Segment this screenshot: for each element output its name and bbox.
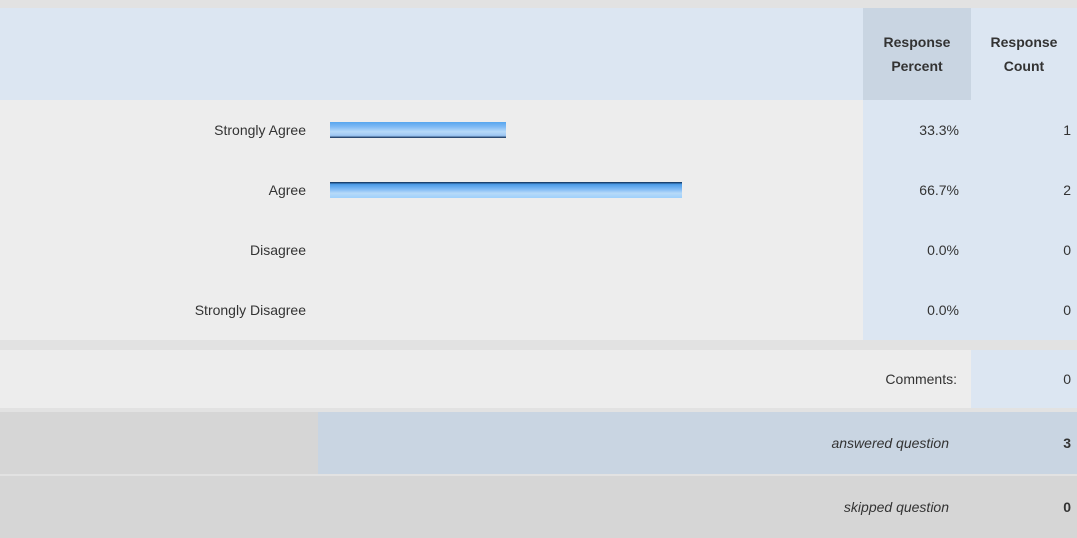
response-count: 1 — [971, 100, 1077, 160]
answer-bar-area — [330, 280, 863, 340]
response-percent-header: Response Percent — [863, 8, 971, 100]
header-blank-cell — [0, 8, 863, 100]
response-count: 0 — [971, 280, 1077, 340]
answer-row-agree: Agree 66.7% 2 — [0, 160, 1077, 220]
skipped-question-count: 0 — [971, 476, 1077, 538]
answer-label: Strongly Disagree — [194, 302, 306, 318]
response-bar — [330, 182, 682, 198]
response-count-header-line1: Response — [990, 34, 1058, 50]
answered-question-count: 3 — [971, 412, 1077, 474]
answer-bar-area — [330, 160, 863, 220]
answered-question-row: answered question 3 — [0, 412, 1077, 474]
skipped-question-label: skipped question — [318, 476, 971, 538]
response-percent-header-line1: Response — [883, 34, 951, 50]
response-count-header-line2: Count — [1003, 58, 1045, 74]
response-count: 0 — [971, 220, 1077, 280]
comments-label: Comments: — [885, 371, 957, 387]
response-count-header: Response Count — [971, 8, 1077, 100]
summary-spacer — [0, 412, 318, 474]
response-percent: 0.0% — [863, 280, 971, 340]
answer-label: Agree — [268, 182, 306, 198]
comments-row: Comments: 0 — [0, 350, 1077, 408]
answer-row-strongly-disagree: Strongly Disagree 0.0% 0 — [0, 280, 1077, 340]
answer-bar-area — [330, 100, 863, 160]
table-header-row: Response Percent Response Count — [0, 8, 1077, 100]
summary-spacer — [0, 476, 318, 538]
answer-label: Disagree — [249, 242, 306, 258]
comments-count: 0 — [971, 350, 1077, 408]
answer-label: Strongly Agree — [214, 122, 306, 138]
skipped-question-row: skipped question 0 — [0, 476, 1077, 538]
response-bar — [330, 122, 506, 138]
response-percent: 66.7% — [863, 160, 971, 220]
answered-question-label: answered question — [318, 412, 971, 474]
response-percent: 0.0% — [863, 220, 971, 280]
response-percent: 33.3% — [863, 100, 971, 160]
response-percent-header-line2: Percent — [891, 58, 943, 74]
answer-bar-area — [330, 220, 863, 280]
answer-row-strongly-agree: Strongly Agree 33.3% 1 — [0, 100, 1077, 160]
response-count: 2 — [971, 160, 1077, 220]
answer-row-disagree: Disagree 0.0% 0 — [0, 220, 1077, 280]
